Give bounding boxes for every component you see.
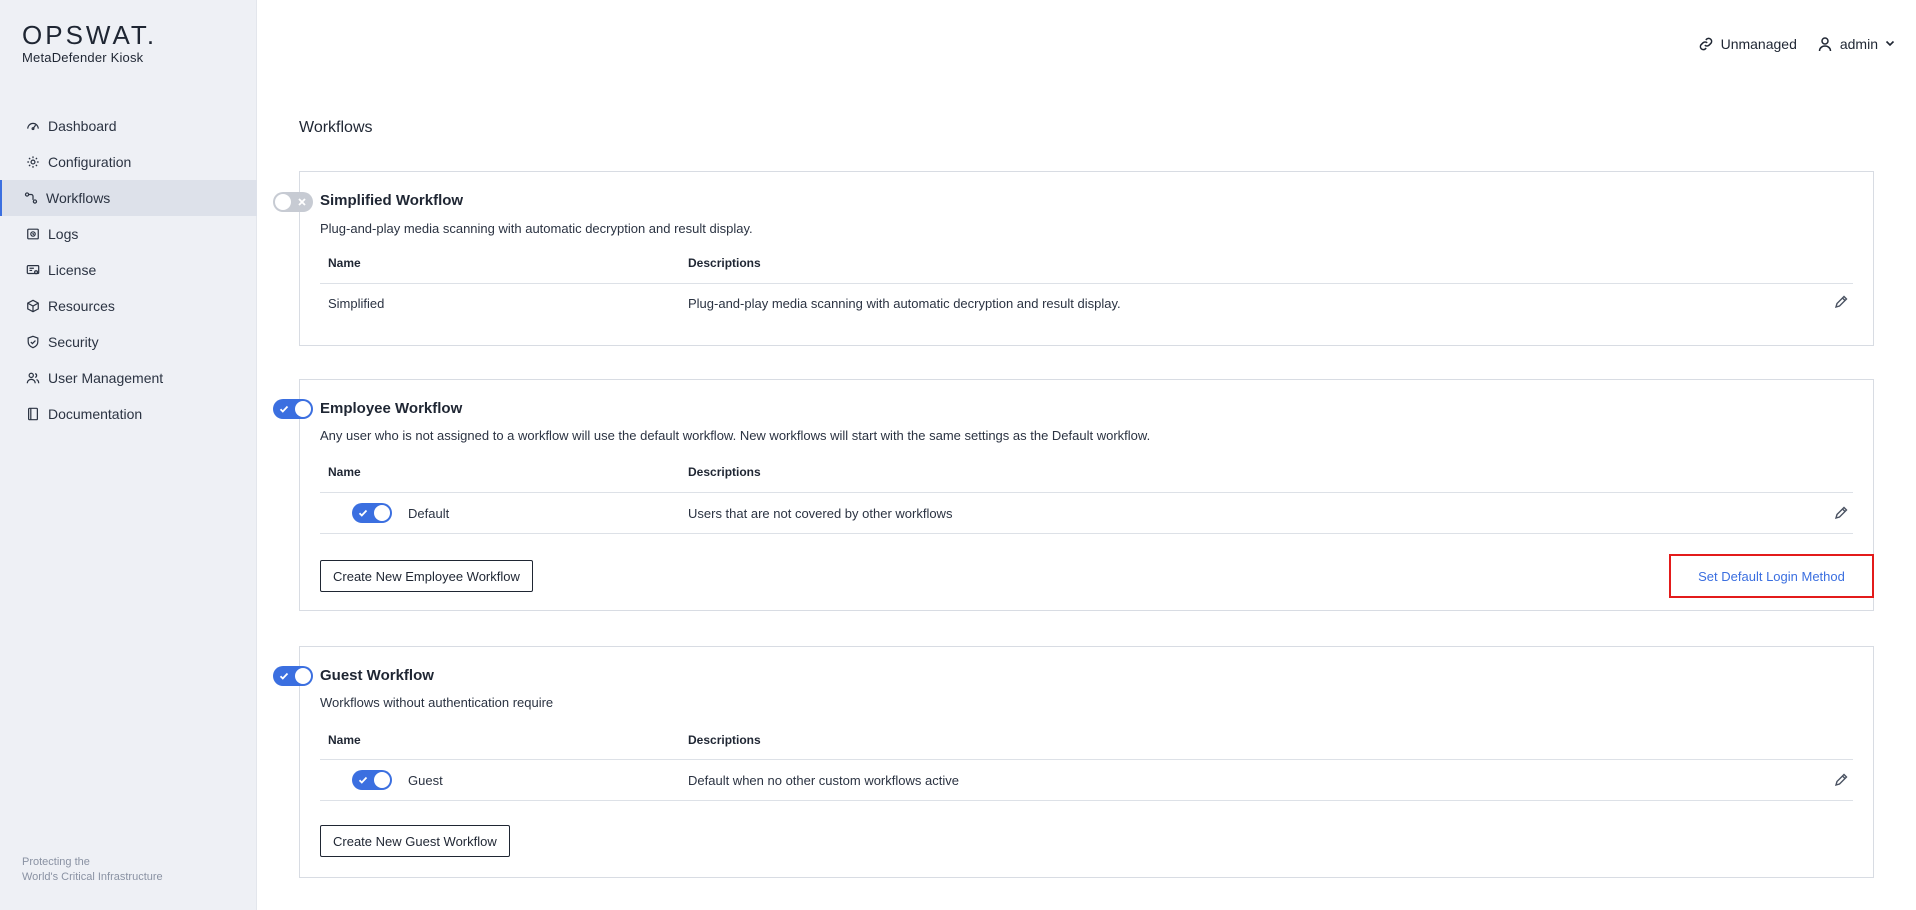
sidebar-item-workflows[interactable]: Workflows (0, 180, 257, 216)
opswat-logo: OPSWAT. (22, 20, 158, 50)
sidebar-item-label: Documentation (48, 406, 143, 422)
link-icon (1699, 37, 1712, 51)
sidebar-item-label: Workflows (46, 190, 111, 206)
table-row: Default Users that are not covered by ot… (320, 492, 1853, 534)
sidebar-item-label: Resources (48, 298, 115, 314)
close-icon (297, 192, 307, 212)
sidebar-item-security[interactable]: Security (0, 324, 257, 360)
check-icon (358, 770, 368, 790)
management-status-label: Unmanaged (1720, 36, 1797, 52)
check-icon (279, 399, 289, 419)
row-name-cell: Guest (352, 770, 443, 790)
row-description: Users that are not covered by other work… (688, 506, 953, 521)
sidebar-item-label: Security (48, 334, 99, 350)
toggle-knob (275, 194, 291, 210)
sidebar-item-label: Configuration (48, 154, 132, 170)
workflow-icon (24, 191, 38, 205)
chevron-down-icon (1884, 36, 1896, 52)
guest-row-toggle[interactable] (352, 770, 392, 790)
topbar: Unmanaged admin (1678, 36, 1916, 52)
card-description: Workflows without authentication require (320, 695, 554, 710)
book-icon (26, 407, 40, 421)
row-name: Simplified (328, 296, 385, 311)
simplified-workflow-toggle[interactable] (273, 192, 313, 212)
simplified-workflow-table: Name Descriptions Simplified Plug-and-pl… (320, 256, 1853, 330)
product-name: MetaDefender Kiosk (22, 50, 144, 65)
column-header-name: Name (328, 256, 361, 270)
pencil-icon[interactable] (1833, 294, 1849, 310)
footer-line-1: Protecting the (22, 856, 90, 868)
column-header-descriptions: Descriptions (688, 465, 761, 479)
toggle-knob (295, 401, 311, 417)
employee-workflow-toggle[interactable] (273, 399, 313, 419)
pencil-icon[interactable] (1833, 772, 1849, 788)
row-name: Guest (408, 772, 443, 788)
guest-workflow-toggle[interactable] (273, 666, 313, 686)
sidebar-item-configuration[interactable]: Configuration (0, 144, 257, 180)
footer-line-2: World's Critical Infrastructure (22, 871, 163, 883)
sidebar-footer: Protecting the World's Critical Infrastr… (22, 855, 163, 885)
column-header-descriptions: Descriptions (688, 256, 761, 270)
employee-workflow-card: Employee Workflow Any user who is not as… (273, 379, 1874, 611)
brand[interactable]: OPSWAT. MetaDefender Kiosk (22, 22, 157, 65)
card-title: Simplified Workflow (320, 192, 464, 209)
pencil-icon[interactable] (1833, 505, 1849, 521)
sidebar-item-label: User Management (48, 370, 164, 386)
simplified-workflow-card: Simplified Workflow Plug-and-play media … (273, 171, 1874, 346)
guest-workflow-table: Name Descriptions Guest Default when no … (320, 733, 1853, 803)
column-header-descriptions: Descriptions (688, 733, 761, 747)
default-workflow-toggle[interactable] (352, 503, 392, 523)
employee-workflow-table: Name Descriptions Default Users that are… (320, 465, 1853, 535)
toggle-knob (374, 505, 390, 521)
user-name: admin (1839, 36, 1878, 52)
create-employee-workflow-button[interactable]: Create New Employee Workflow (320, 560, 533, 592)
row-name: Default (408, 505, 450, 521)
card-description: Plug-and-play media scanning with automa… (320, 221, 753, 236)
sidebar-item-documentation[interactable]: Documentation (0, 396, 257, 432)
set-default-login-method-button[interactable]: Set Default Login Method (1669, 554, 1874, 598)
toggle-knob (374, 772, 390, 788)
user-menu[interactable]: admin (1817, 36, 1896, 52)
logs-icon (26, 227, 40, 241)
users-icon (26, 371, 40, 385)
create-guest-workflow-button[interactable]: Create New Guest Workflow (320, 825, 510, 857)
sidebar-nav: Dashboard Configuration Workflows Logs L… (0, 108, 257, 432)
license-icon (26, 263, 40, 277)
sidebar-item-user-management[interactable]: User Management (0, 360, 257, 396)
sidebar-item-label: Dashboard (48, 118, 117, 134)
sidebar-item-dashboard[interactable]: Dashboard (0, 108, 257, 144)
cube-icon (26, 299, 40, 313)
sidebar: OPSWAT. MetaDefender Kiosk Dashboard Con… (0, 0, 257, 910)
check-icon (358, 503, 368, 523)
row-name-cell: Default (352, 503, 449, 523)
column-header-name: Name (328, 733, 361, 747)
card-description: Any user who is not assigned to a workfl… (320, 428, 1151, 443)
sidebar-item-label: Logs (48, 226, 79, 242)
guest-workflow-card: Guest Workflow Workflows without authent… (273, 646, 1874, 878)
row-description: Plug-and-play media scanning with automa… (688, 296, 1121, 311)
row-description: Default when no other custom workflows a… (688, 773, 959, 788)
toggle-knob (295, 668, 311, 684)
sidebar-item-license[interactable]: License (0, 252, 257, 288)
column-header-name: Name (328, 465, 361, 479)
user-icon (1818, 37, 1832, 52)
table-row: Guest Default when no other custom workf… (320, 759, 1853, 801)
card-title: Employee Workflow (320, 400, 463, 417)
shield-icon (26, 335, 40, 349)
dashboard-icon (26, 119, 40, 133)
sidebar-item-label: License (48, 262, 97, 278)
check-icon (279, 666, 289, 686)
sidebar-item-resources[interactable]: Resources (0, 288, 257, 324)
card-title: Guest Workflow (320, 667, 434, 684)
table-row: Simplified Plug-and-play media scanning … (320, 283, 1853, 325)
management-status-button[interactable]: Unmanaged (1698, 36, 1797, 52)
sidebar-item-logs[interactable]: Logs (0, 216, 257, 252)
page-title: Workflows (299, 119, 373, 136)
gear-icon (26, 155, 40, 169)
